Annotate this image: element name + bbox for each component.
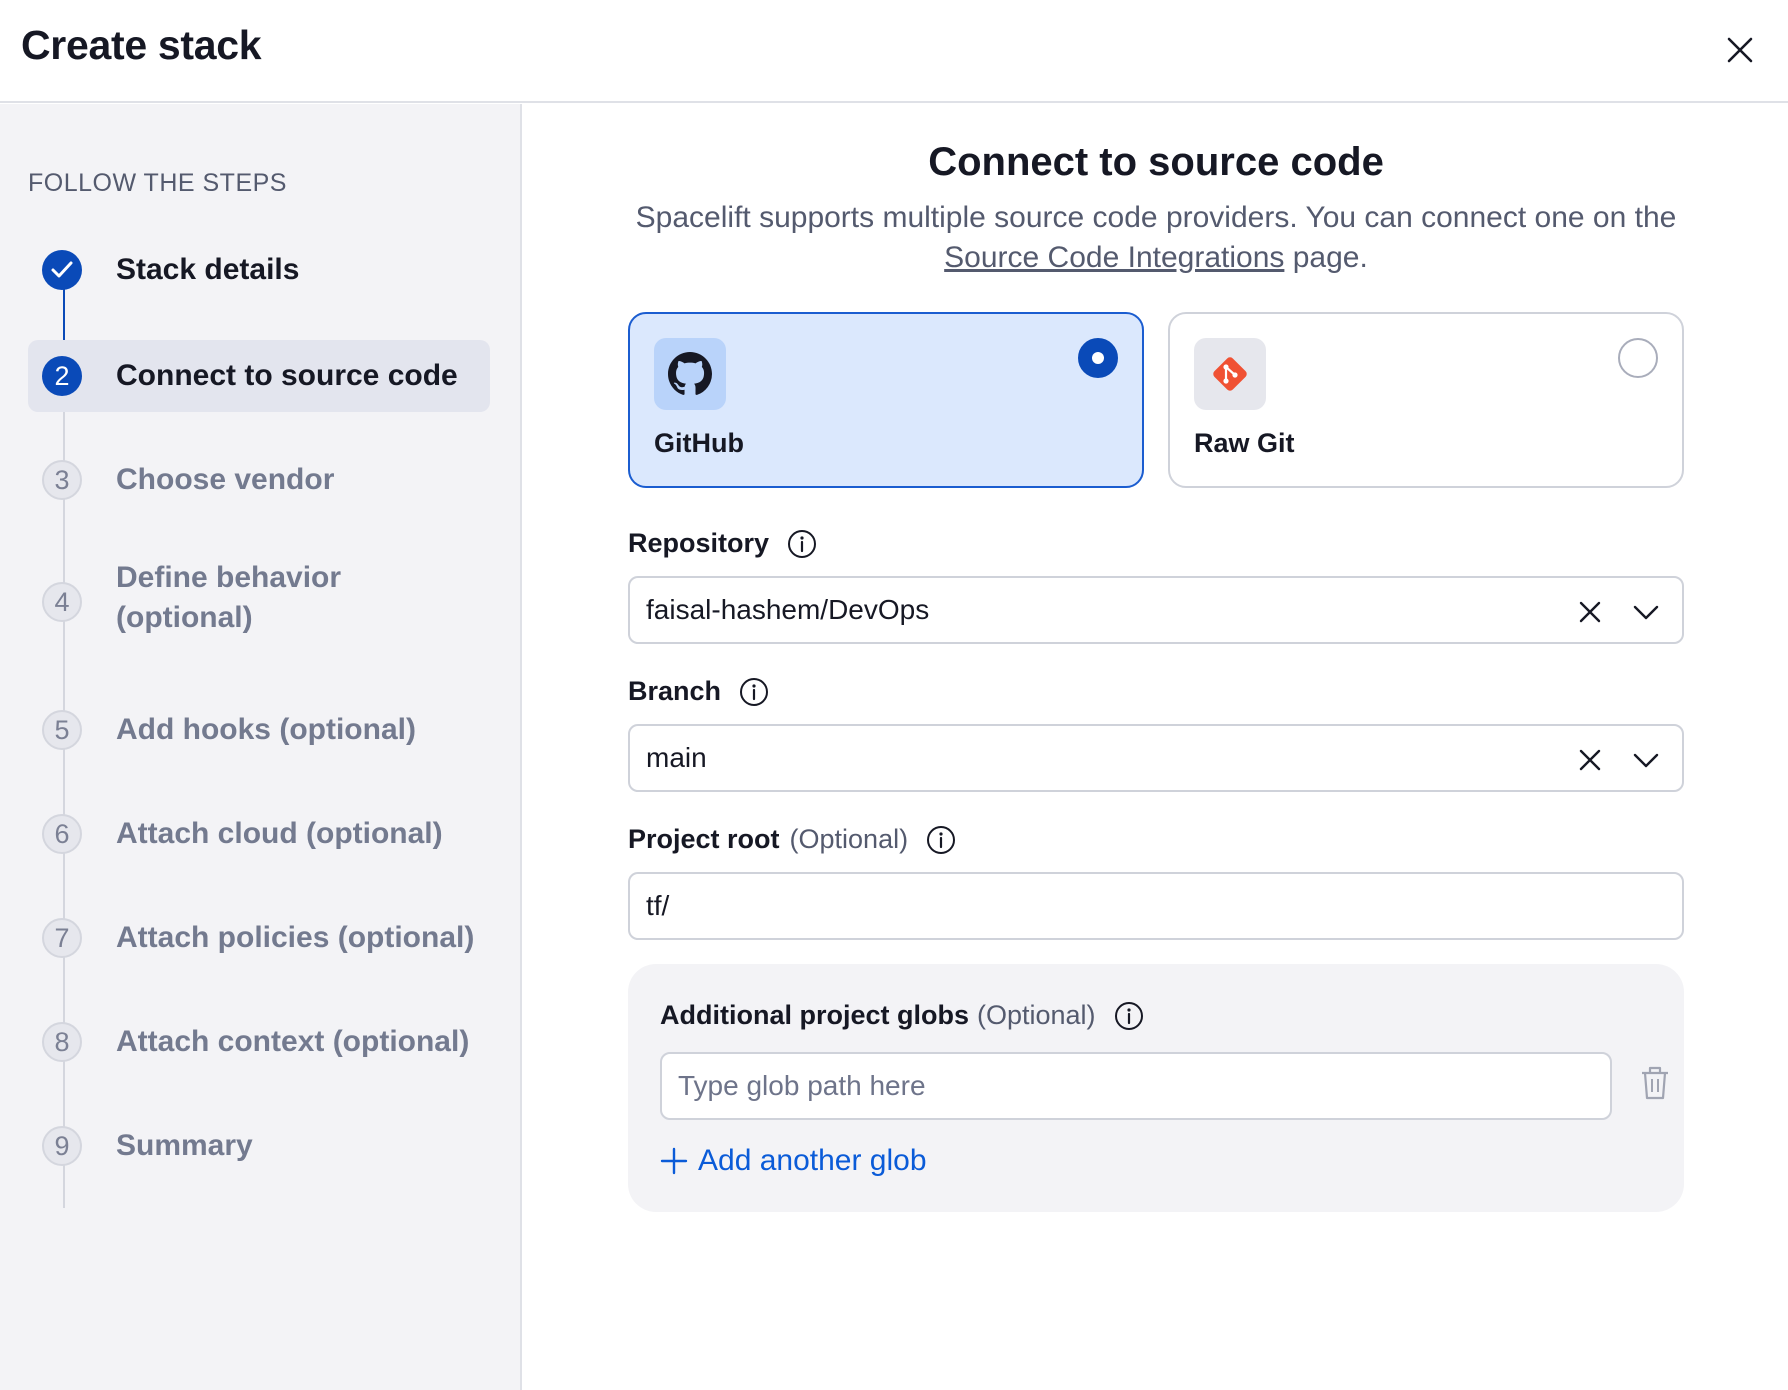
info-icon[interactable] (787, 529, 817, 559)
branch-label: Branch (628, 676, 769, 707)
optional-tag: (Optional) (977, 1000, 1096, 1030)
close-icon (1727, 37, 1753, 63)
additional-globs-panel: Additional project globs (Optional) Add … (628, 964, 1684, 1212)
step-number: 9 (42, 1126, 82, 1166)
provider-radio-raw-git[interactable] (1618, 338, 1658, 378)
step-add-hooks[interactable]: 5 Add hooks (optional) (28, 694, 490, 766)
chevron-down-icon[interactable] (1630, 596, 1662, 628)
step-number: 8 (42, 1022, 82, 1062)
project-root-label: Project root (Optional) (628, 824, 956, 855)
step-summary[interactable]: 9 Summary (28, 1110, 490, 1182)
provider-radio-github[interactable] (1078, 338, 1118, 378)
step-connect-source-code[interactable]: 2 Connect to source code (28, 340, 490, 412)
chevron-down-icon[interactable] (1630, 744, 1662, 776)
globs-label: Additional project globs (Optional) (660, 1000, 1144, 1031)
step-label: Summary (116, 1129, 253, 1162)
step-number: 3 (42, 460, 82, 500)
step-define-behavior[interactable]: 4 Define behavior (optional) (28, 554, 490, 654)
close-button[interactable] (1720, 30, 1760, 70)
source-code-integrations-link[interactable]: Source Code Integrations (944, 241, 1284, 274)
add-glob-label: Add another glob (698, 1144, 927, 1177)
step-choose-vendor[interactable]: 3 Choose vendor (28, 444, 490, 516)
globs-label-text: Additional project globs (660, 1000, 969, 1030)
optional-tag: (Optional) (789, 824, 909, 854)
project-root-label-text: Project root (628, 824, 780, 854)
provider-label: GitHub (654, 428, 744, 458)
description-text: page. (1284, 241, 1368, 274)
step-number: 5 (42, 710, 82, 750)
provider-card-github[interactable]: GitHub (628, 312, 1144, 488)
step-attach-policies[interactable]: 7 Attach policies (optional) (28, 902, 490, 974)
step-number: 7 (42, 918, 82, 958)
description-text: Spacelift supports multiple source code … (635, 201, 1677, 234)
git-icon (1194, 338, 1266, 410)
step-label: Attach cloud (optional) (116, 817, 443, 850)
info-icon[interactable] (926, 825, 956, 855)
step-stack-details[interactable]: Stack details (28, 234, 490, 306)
step-number: 2 (42, 356, 82, 396)
section-description: Spacelift supports multiple source code … (624, 198, 1688, 278)
plus-icon (660, 1147, 688, 1175)
add-another-glob-button[interactable]: Add another glob (660, 1144, 927, 1178)
step-attach-cloud[interactable]: 6 Attach cloud (optional) (28, 798, 490, 870)
section-title: Connect to source code (928, 140, 1384, 184)
step-label: Add hooks (optional) (116, 713, 416, 746)
repository-label: Repository (628, 528, 817, 559)
provider-card-raw-git[interactable]: Raw Git (1168, 312, 1684, 488)
main-content: Connect to source code Spacelift support… (524, 104, 1788, 1390)
step-label: Choose vendor (116, 463, 335, 496)
info-icon[interactable] (1114, 1001, 1144, 1031)
info-icon[interactable] (739, 677, 769, 707)
step-number: 4 (42, 582, 82, 622)
github-icon (654, 338, 726, 410)
repository-select[interactable]: faisal-hashem/DevOps (628, 576, 1684, 644)
modal-header: Create stack (0, 0, 1788, 103)
step-label: Attach context (optional) (116, 1025, 470, 1058)
branch-label-text: Branch (628, 676, 722, 706)
clear-icon[interactable] (1574, 744, 1606, 776)
check-icon (42, 250, 82, 290)
page-title: Create stack (21, 22, 262, 68)
step-label: Stack details (116, 253, 300, 286)
step-label: Define behavior (optional) (116, 561, 342, 634)
step-number: 6 (42, 814, 82, 854)
steps-heading: FOLLOW THE STEPS (28, 169, 287, 197)
step-label: Connect to source code (116, 359, 458, 392)
branch-value: main (646, 742, 707, 773)
glob-path-input[interactable] (660, 1052, 1612, 1120)
repository-value: faisal-hashem/DevOps (646, 594, 930, 625)
repository-label-text: Repository (628, 528, 770, 558)
branch-select[interactable]: main (628, 724, 1684, 792)
steps-sidebar: FOLLOW THE STEPS Stack details 2 Connect… (0, 104, 522, 1390)
trash-icon[interactable] (1638, 1064, 1672, 1102)
provider-label: Raw Git (1194, 428, 1295, 458)
step-label: Attach policies (optional) (116, 921, 475, 954)
step-attach-context[interactable]: 8 Attach context (optional) (28, 1006, 490, 1078)
clear-icon[interactable] (1574, 596, 1606, 628)
project-root-input[interactable] (628, 872, 1684, 940)
